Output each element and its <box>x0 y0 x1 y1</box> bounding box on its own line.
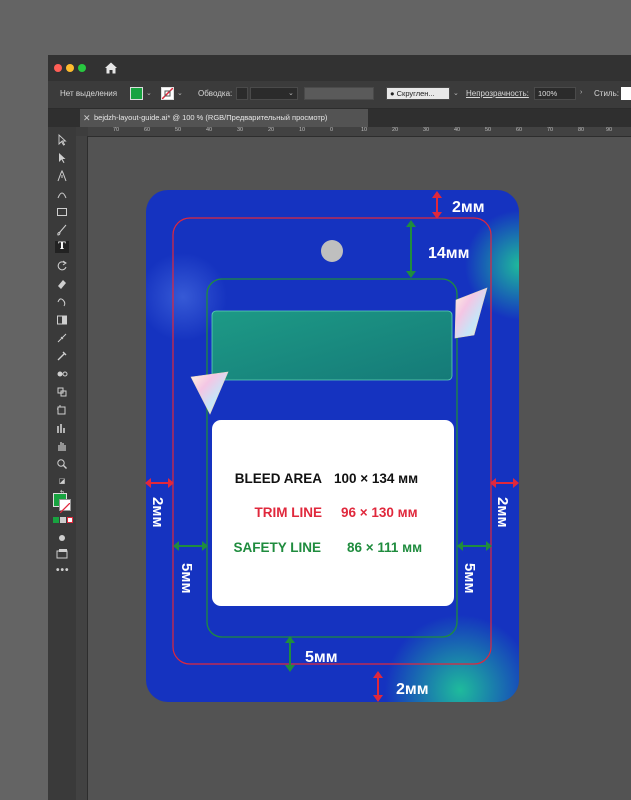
bottom-bleed-label: 2мм <box>396 681 429 698</box>
left-bleed-label: 2мм <box>149 497 166 528</box>
artwork: 2мм 14мм 2мм 2мм 5мм 5мм 5мм 2мм BLEED A… <box>145 190 519 702</box>
hole-offset-label: 14мм <box>428 245 469 262</box>
legend-bleed-size: 100 × 134 мм <box>334 471 418 486</box>
legend-safety-size: 86 × 111 мм <box>347 540 422 555</box>
lanyard-hole[interactable] <box>321 240 343 262</box>
bottom-safety-label: 5мм <box>305 649 338 666</box>
right-bleed-label: 2мм <box>494 497 511 528</box>
legend-safety-name: SAFETY LINE <box>233 540 321 555</box>
legend-trim-size: 96 × 130 мм <box>341 505 418 520</box>
name-banner[interactable] <box>211 310 453 381</box>
info-panel[interactable] <box>212 420 454 606</box>
top-bleed-label: 2мм <box>452 199 485 216</box>
legend-bleed-name: BLEED AREA <box>235 471 323 486</box>
legend-trim-name: TRIM LINE <box>255 505 323 520</box>
right-safety-label: 5мм <box>461 563 478 594</box>
left-safety-label: 5мм <box>178 563 195 594</box>
